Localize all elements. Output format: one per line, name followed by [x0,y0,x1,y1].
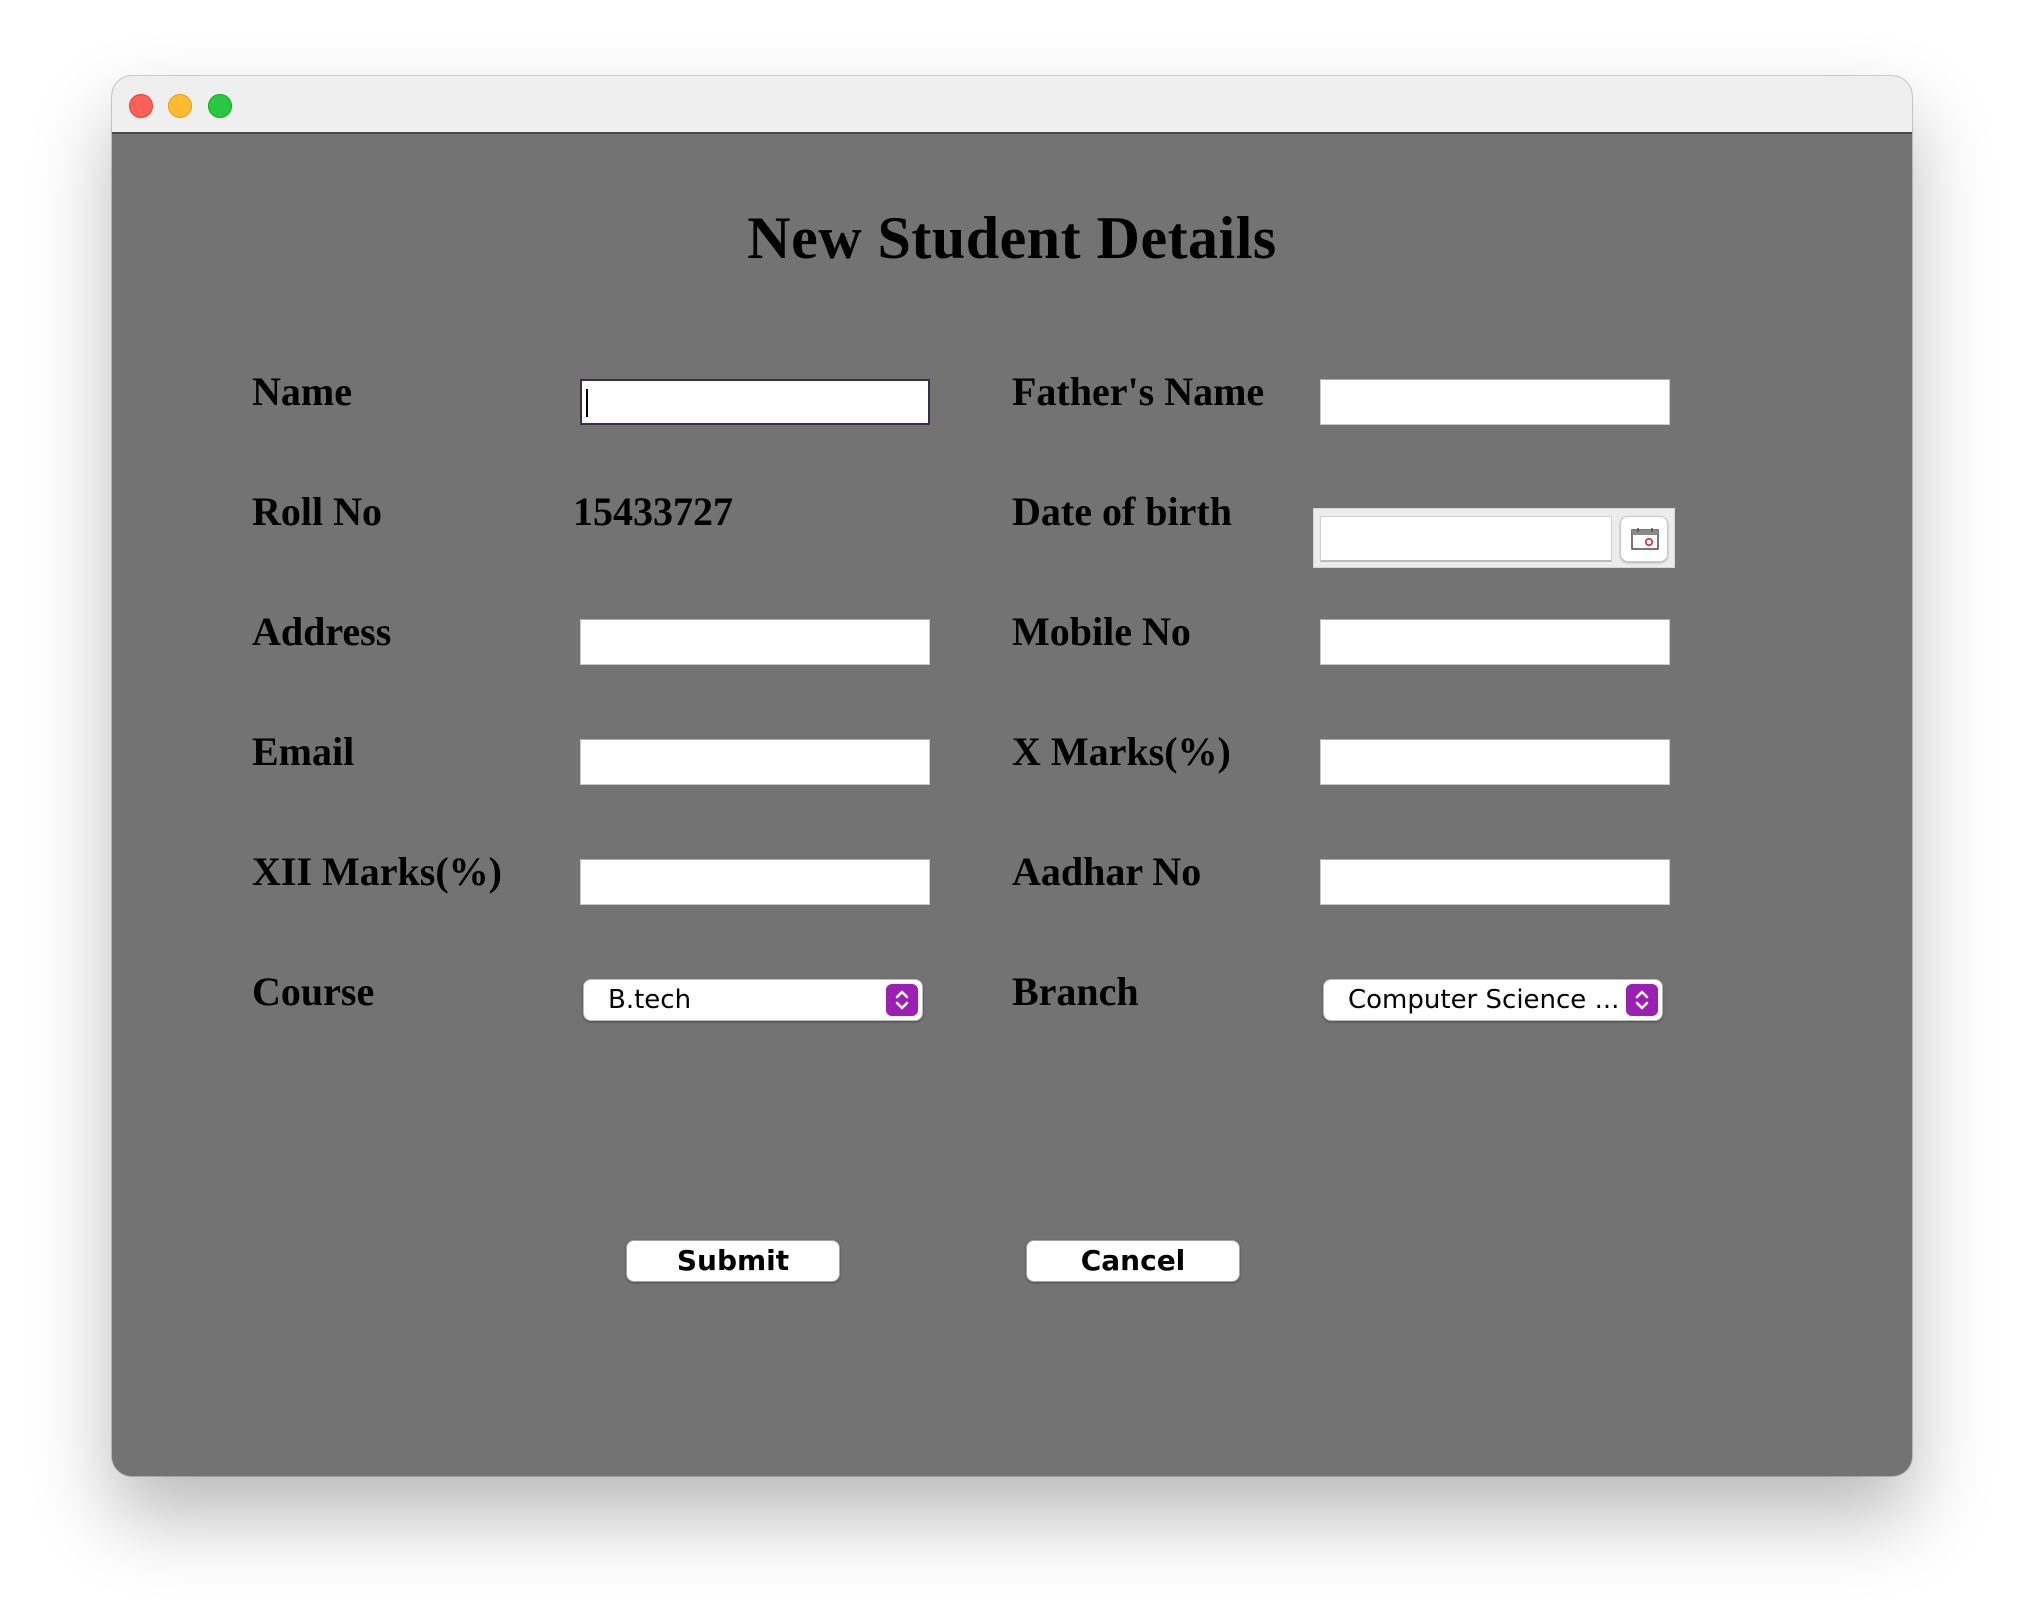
x-marks-input[interactable] [1320,739,1670,785]
name-input[interactable] [580,379,930,425]
text-caret [586,389,588,417]
branch-label: Branch [1012,969,1139,1014]
calendar-button[interactable] [1620,516,1668,562]
form-panel: New Student Details Name Father's Name R… [112,134,1912,1476]
course-selected-value: B.tech [608,985,692,1015]
xii-marks-input[interactable] [580,859,930,905]
cancel-button[interactable]: Cancel [1026,1240,1240,1282]
course-label: Course [252,969,375,1014]
xii-marks-label: XII Marks(%) [252,849,502,894]
x-marks-label: X Marks(%) [1012,729,1231,774]
dob-picker [1313,508,1675,568]
email-input[interactable] [580,739,930,785]
name-label: Name [252,369,352,414]
fathers-name-label: Father's Name [1012,369,1265,414]
submit-button[interactable]: Submit [626,1240,840,1282]
app-window: New Student Details Name Father's Name R… [112,76,1912,1476]
aadhar-no-label: Aadhar No [1012,849,1202,894]
branch-selected-value: Computer Science ... [1348,985,1620,1015]
branch-stepper[interactable] [1626,984,1658,1016]
chevron-up-down-icon [895,990,909,1010]
roll-no-value: 15433727 [573,489,733,534]
course-stepper[interactable] [886,984,918,1016]
maximize-window-button[interactable] [208,94,232,118]
address-label: Address [252,609,392,654]
fathers-name-input[interactable] [1320,379,1670,425]
dob-label: Date of birth [1012,489,1232,534]
mobile-no-label: Mobile No [1012,609,1191,654]
desktop: New Student Details Name Father's Name R… [0,0,2024,1624]
course-select[interactable]: B.tech [583,979,923,1021]
branch-select[interactable]: Computer Science ... [1323,979,1663,1021]
minimize-window-button[interactable] [168,94,192,118]
page-title: New Student Details [747,205,1277,271]
close-window-button[interactable] [129,94,153,118]
mobile-no-input[interactable] [1320,619,1670,665]
dob-input[interactable] [1320,516,1612,562]
chevron-up-down-icon [1635,990,1649,1010]
window-titlebar[interactable] [112,76,1912,134]
calendar-icon [1631,528,1659,550]
address-input[interactable] [580,619,930,665]
roll-no-label: Roll No [252,489,382,534]
aadhar-no-input[interactable] [1320,859,1670,905]
email-label: Email [252,729,355,774]
